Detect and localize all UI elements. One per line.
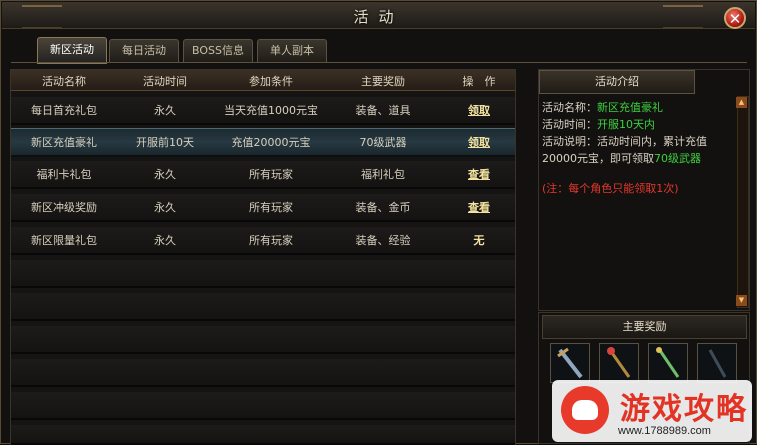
cell-activity-time: 永久 <box>154 168 176 181</box>
reward-slot-weapon-1[interactable] <box>550 343 590 383</box>
staff-icon <box>607 347 631 378</box>
claim-link[interactable]: 领取 <box>447 134 511 150</box>
cell-activity-time: 永久 <box>154 201 176 214</box>
header-main-reward: 主要奖励 <box>361 75 405 88</box>
activity-intro-panel: 活动介绍 活动名称：新区充值豪礼 活动时间：开服10天内 活动说明：活动时间内，… <box>538 69 750 311</box>
cell-main-reward: 70级武器 <box>359 136 407 149</box>
cell-main-reward: 福利礼包 <box>361 168 405 181</box>
view-link[interactable]: 查看 <box>447 166 511 182</box>
sword-icon <box>557 347 583 379</box>
cell-activity-name: 福利卡礼包 <box>36 168 92 181</box>
cell-activity-time: 开服前10天 <box>136 136 194 149</box>
table-header: 活动名称 活动时间 参加条件 主要奖励 操 作 <box>11 70 515 91</box>
header-action: 操 作 <box>462 75 496 88</box>
reward-slot-weapon-2[interactable] <box>599 343 639 383</box>
cell-activity-name: 新区冲级奖励 <box>31 201 97 214</box>
intro-time-label: 活动时间： <box>542 118 597 131</box>
empty-row <box>11 425 515 445</box>
empty-row <box>11 359 515 387</box>
tab-divider <box>11 62 747 63</box>
scroll-down-icon[interactable]: ▼ <box>736 295 747 306</box>
intro-body: 活动名称：新区充值豪礼 活动时间：开服10天内 活动说明：活动时间内，累计充值2… <box>542 99 730 197</box>
empty-row <box>11 260 515 288</box>
cell-activity-time: 永久 <box>154 234 176 247</box>
title-ornament-right <box>663 5 703 28</box>
empty-row <box>11 326 515 354</box>
intro-name-label: 活动名称： <box>542 101 597 114</box>
table-row-selected[interactable]: 新区充值豪礼 开服前10天 充值20000元宝 70级武器 领取 <box>11 128 515 157</box>
intro-name-value: 新区充值豪礼 <box>597 101 663 114</box>
cell-condition: 当天充值1000元宝 <box>224 104 318 117</box>
table-row[interactable]: 新区冲级奖励 永久 所有玩家 装备、金币 查看 <box>11 194 515 222</box>
claim-link[interactable]: 领取 <box>447 102 511 118</box>
action-none: 无 <box>473 234 485 247</box>
logo-face <box>572 400 598 420</box>
watermark-url: www.1788989.com <box>618 425 711 437</box>
reward-header: 主要奖励 <box>542 315 747 339</box>
intro-name-line: 活动名称：新区充值豪礼 <box>542 99 730 116</box>
activity-table: 活动名称 活动时间 参加条件 主要奖励 操 作 每日首充礼包 永久 当天充值10… <box>10 69 516 445</box>
intro-desc-line: 活动说明：活动时间内，累计充值20000元宝，即可领取70级武器 <box>542 133 730 167</box>
cell-main-reward: 装备、经验 <box>355 234 411 247</box>
window-title: 活动 <box>353 8 404 26</box>
gamepad-logo-icon <box>561 386 609 434</box>
view-link[interactable]: 查看 <box>447 199 511 215</box>
empty-row <box>11 392 515 420</box>
watermark-title: 游戏攻略 <box>620 392 748 427</box>
close-icon: ✕ <box>728 10 742 28</box>
reward-slot-weapon-3[interactable] <box>648 343 688 383</box>
close-button[interactable]: ✕ <box>724 7 746 29</box>
cell-main-reward: 装备、金币 <box>355 201 411 214</box>
cell-activity-name: 新区充值豪礼 <box>31 136 97 149</box>
table-row[interactable]: 新区限量礼包 永久 所有玩家 装备、经验 无 <box>11 227 515 255</box>
tab-new-server-activity[interactable]: 新区活动 <box>37 37 107 64</box>
title-bar: 活动 <box>2 2 755 29</box>
header-activity-name: 活动名称 <box>42 75 86 88</box>
tab-daily-activity[interactable]: 每日活动 <box>109 39 179 63</box>
intro-scrollbar[interactable] <box>737 96 749 308</box>
cell-activity-name: 新区限量礼包 <box>31 234 97 247</box>
intro-time-value: 开服10天内 <box>597 118 655 131</box>
blade-icon <box>656 347 680 378</box>
scroll-up-icon[interactable]: ▲ <box>736 97 747 108</box>
table-row[interactable]: 每日首充礼包 永久 当天充值1000元宝 装备、道具 领取 <box>11 97 515 125</box>
tab-boss-info[interactable]: BOSS信息 <box>183 39 253 63</box>
cell-main-reward: 装备、道具 <box>355 104 411 117</box>
intro-header: 活动介绍 <box>539 70 695 94</box>
cell-activity-name: 每日首充礼包 <box>31 104 97 117</box>
header-condition: 参加条件 <box>249 75 293 88</box>
activity-window: 活动 ✕ 新区活动 每日活动 BOSS信息 单人副本 活动名称 活动时间 参加条… <box>0 0 757 445</box>
intro-note: (注：每个角色只能领取1次) <box>542 182 679 195</box>
empty-row <box>11 293 515 321</box>
intro-desc-value: 70级武器 <box>654 152 701 165</box>
site-watermark: 游戏攻略 www.1788989.com <box>552 380 752 442</box>
cell-condition: 所有玩家 <box>249 201 293 214</box>
cell-condition: 所有玩家 <box>249 168 293 181</box>
intro-time-line: 活动时间：开服10天内 <box>542 116 730 133</box>
tab-solo-dungeon[interactable]: 单人副本 <box>257 39 327 63</box>
cell-activity-time: 永久 <box>154 104 176 117</box>
reward-slot-weapon-4[interactable] <box>697 343 737 383</box>
table-row[interactable]: 福利卡礼包 永久 所有玩家 福利礼包 查看 <box>11 161 515 189</box>
dark-weapon-icon <box>708 349 727 378</box>
header-activity-time: 活动时间 <box>143 75 187 88</box>
cell-condition: 所有玩家 <box>249 234 293 247</box>
cell-condition: 充值20000元宝 <box>231 136 311 149</box>
